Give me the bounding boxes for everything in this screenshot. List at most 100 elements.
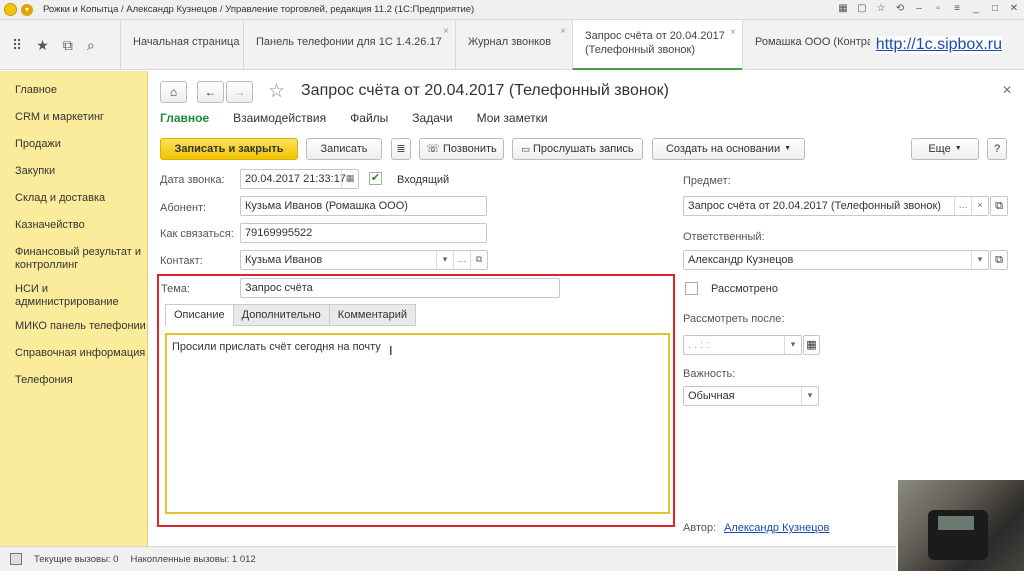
- tab-romashka[interactable]: Ромашка ООО (Контраге: [742, 20, 870, 70]
- listen-recording-button[interactable]: ▭ Прослушать запись: [512, 138, 643, 160]
- calendar-icon[interactable]: ▦: [837, 3, 849, 15]
- sidebar-item-financial[interactable]: Финансовый результат и контроллинг: [0, 237, 147, 277]
- open-subject-button[interactable]: ⧉: [990, 196, 1008, 216]
- tape-icon: ▭: [521, 144, 530, 154]
- save-button[interactable]: Записать: [306, 138, 382, 160]
- sidebar-item-main[interactable]: Главное: [0, 79, 147, 102]
- home-button[interactable]: ⌂: [160, 81, 187, 103]
- reviewed-label: Рассмотрено: [711, 283, 778, 295]
- apps-grid-icon[interactable]: ⠿: [12, 37, 22, 54]
- author-link[interactable]: Александр Кузнецов: [724, 522, 829, 534]
- tab-telephony-panel[interactable]: Панель телефонии для 1С 1.4.26.17 ×: [243, 20, 455, 70]
- tab-comment[interactable]: Комментарий: [328, 304, 417, 326]
- section-main[interactable]: Главное: [160, 111, 209, 125]
- section-notes[interactable]: Мои заметки: [477, 111, 548, 125]
- importance-label: Важность:: [683, 368, 736, 380]
- search-icon[interactable]: ⌕: [87, 37, 95, 54]
- back-button[interactable]: ←: [197, 81, 224, 103]
- subject-field[interactable]: Запрос счёта от 20.04.2017 (Телефонный з…: [683, 196, 989, 216]
- call-date-value: 20.04.2017 21:33:17: [245, 173, 346, 185]
- responsible-field[interactable]: Александр Кузнецов ▾: [683, 250, 989, 270]
- topic-field[interactable]: Запрос счёта: [240, 278, 560, 298]
- close-tab-icon[interactable]: ×: [443, 26, 449, 37]
- sidebar-item-telephony[interactable]: Телефония: [0, 365, 147, 392]
- description-text: Просили прислать счёт сегодня на почту: [172, 341, 381, 353]
- help-button[interactable]: ?: [987, 138, 1007, 160]
- dropdown-caret-icon[interactable]: ▾: [436, 251, 453, 269]
- subscriber-field[interactable]: Кузьма Иванов (Ромашка ООО): [240, 196, 487, 216]
- dropdown-caret-icon[interactable]: ▾: [971, 251, 988, 269]
- info-icon[interactable]: ▢: [856, 3, 868, 15]
- webcam-overlay: [896, 478, 1024, 571]
- minimize-icon[interactable]: –: [913, 3, 925, 15]
- more-button[interactable]: Еще ▼: [911, 138, 979, 160]
- telephony-status-icon[interactable]: [10, 553, 22, 565]
- history-icon[interactable]: ⟲: [894, 3, 906, 15]
- form-title: Запрос счёта от 20.04.2017 (Телефонный з…: [301, 82, 669, 99]
- section-tasks[interactable]: Задачи: [412, 111, 452, 125]
- sidebar-item-crm[interactable]: CRM и маркетинг: [0, 102, 147, 129]
- contact-field[interactable]: Кузьма Иванов ▾ … ⧉: [240, 250, 488, 270]
- alt-minimize-icon[interactable]: _: [970, 3, 982, 15]
- sidebar-item-miko[interactable]: МИКО панель телефонии: [0, 314, 147, 338]
- calendar-picker-button[interactable]: ▦: [803, 335, 820, 355]
- select-ellipsis-icon[interactable]: …: [954, 197, 971, 215]
- call-button[interactable]: ☏ Позвонить: [419, 138, 504, 160]
- sidebar-item-sales[interactable]: Продажи: [0, 129, 147, 156]
- calendar-picker-icon[interactable]: ▦: [341, 170, 358, 188]
- sidebar-item-warehouse[interactable]: Склад и доставка: [0, 183, 147, 210]
- sidebar-item-nsi[interactable]: НСИ и администрирование: [0, 277, 147, 314]
- inner-tabs: Описание Дополнительно Комментарий: [165, 304, 417, 326]
- tab-label: Начальная страница: [133, 36, 240, 48]
- clear-icon[interactable]: ×: [971, 197, 988, 215]
- close-window-icon[interactable]: ✕: [1008, 3, 1020, 15]
- section-interactions[interactable]: Взаимодействия: [233, 111, 326, 125]
- save-and-close-button[interactable]: Записать и закрыть: [160, 138, 298, 160]
- favorite-star-icon[interactable]: ☆: [268, 80, 285, 103]
- sidebar-item-treasury[interactable]: Казначейство: [0, 210, 147, 237]
- open-responsible-button[interactable]: ⧉: [990, 250, 1008, 270]
- forward-button[interactable]: →: [226, 81, 253, 103]
- call-date-field[interactable]: 20.04.2017 21:33:17 ▦: [240, 169, 359, 189]
- history-icon[interactable]: ⧉: [63, 37, 73, 54]
- close-tab-icon[interactable]: ×: [560, 26, 566, 37]
- close-form-icon[interactable]: ✕: [1002, 83, 1012, 97]
- incoming-checkbox[interactable]: ✔: [369, 172, 382, 185]
- tab-invoice-request[interactable]: Запрос счёта от 20.04.2017 (Телефонный з…: [572, 20, 742, 70]
- select-ellipsis-icon[interactable]: …: [453, 251, 470, 269]
- tab-additional[interactable]: Дополнительно: [232, 304, 330, 326]
- how-to-contact-field[interactable]: 79169995522: [240, 223, 487, 243]
- phone-screen-image: [938, 516, 974, 530]
- open-icon[interactable]: ⧉: [470, 251, 487, 269]
- listen-button-label: Прослушать запись: [532, 143, 634, 155]
- maximize-icon[interactable]: □: [989, 3, 1001, 15]
- tab-description[interactable]: Описание: [165, 304, 234, 326]
- sidebar-item-purchases[interactable]: Закупки: [0, 156, 147, 183]
- more-button-label: Еще: [928, 143, 951, 155]
- review-after-field[interactable]: . . : : ▾: [683, 335, 802, 355]
- reviewed-checkbox[interactable]: [685, 282, 698, 295]
- tab-home[interactable]: Начальная страница: [120, 20, 243, 70]
- menu-icon[interactable]: ≡: [951, 3, 963, 15]
- review-after-value: . . : :: [688, 339, 710, 351]
- tab-call-log[interactable]: Журнал звонков ×: [455, 20, 572, 70]
- importance-select[interactable]: Обычная ▾: [683, 386, 819, 406]
- form-sections-nav: Главное Взаимодействия Файлы Задачи Мои …: [160, 111, 548, 125]
- dropdown-caret-icon[interactable]: ▾: [801, 387, 818, 405]
- sidebar-item-reference[interactable]: Справочная информация: [0, 338, 147, 365]
- main-menu-icon[interactable]: ▾: [21, 3, 33, 16]
- description-textarea[interactable]: Просили прислать счёт сегодня на почту: [165, 333, 670, 514]
- tab-label: Ромашка ООО (Контраге: [755, 36, 870, 48]
- section-files[interactable]: Файлы: [350, 111, 388, 125]
- document-list-button[interactable]: ≣: [391, 138, 411, 160]
- dropdown-caret-icon[interactable]: ▾: [784, 336, 801, 354]
- close-tab-icon[interactable]: ×: [730, 26, 736, 40]
- sipbox-watermark: http://1c.sipbox.ru: [875, 36, 1002, 54]
- window-title: Рожки и Копытца / Александр Кузнецов / У…: [43, 4, 475, 15]
- restore-icon[interactable]: ▫: [932, 3, 944, 15]
- accumulated-calls-status: Накопленные вызовы: 1 012: [130, 553, 256, 565]
- favorites-icon[interactable]: ★: [36, 37, 49, 54]
- create-based-on-button[interactable]: Создать на основании ▼: [652, 138, 805, 160]
- status-bar: Текущие вызовы: 0 Накопленные вызовы: 1 …: [0, 546, 1024, 571]
- star-icon[interactable]: ☆: [875, 3, 887, 15]
